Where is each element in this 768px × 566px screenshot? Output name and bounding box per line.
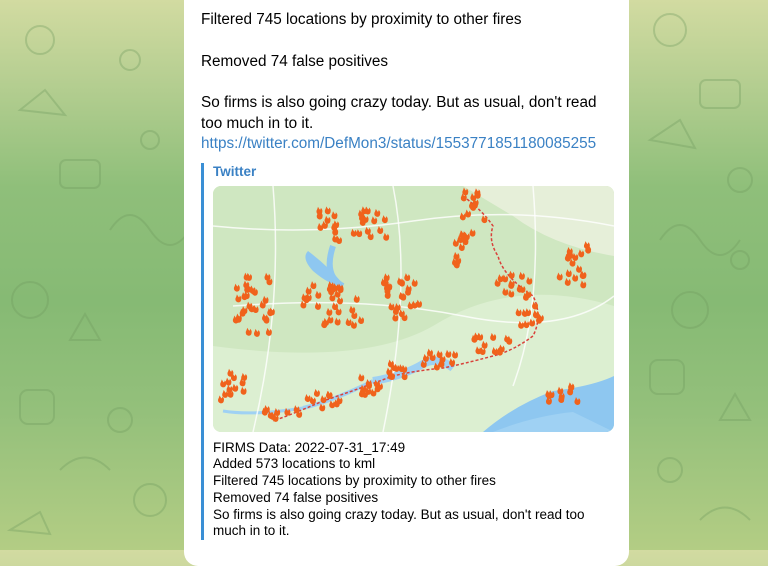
message-text-line: Filtered 745 locations by proximity to o… xyxy=(201,11,522,28)
preview-site-name: Twitter xyxy=(213,163,257,179)
tweet-link[interactable]: https://twitter.com/DefMon3/status/15537… xyxy=(201,134,612,155)
fire-map-image xyxy=(213,185,614,432)
preview-line: Filtered 745 locations by proximity to o… xyxy=(213,473,496,489)
preview-line: Added 573 locations to kml xyxy=(213,456,376,472)
preview-description: FIRMS Data: 2022-07-31_17:49 Added 573 l… xyxy=(213,440,604,541)
preview-image[interactable] xyxy=(213,185,614,432)
preview-line: Removed 74 false positives xyxy=(213,489,379,505)
link-preview[interactable]: Twitter FIRMS Data: 2022-07-31_17:49 Add… xyxy=(201,162,614,541)
message-bubble: Filtered 745 locations by proximity to o… xyxy=(184,0,629,566)
preview-line: So firms is also going crazy today. But … xyxy=(213,506,585,522)
message-text-line: So firms is also going crazy today. But … xyxy=(201,94,601,132)
preview-line: FIRMS Data: 2022-07-31_17:49 xyxy=(213,439,406,455)
message-text-line: Removed 74 false positives xyxy=(201,52,389,70)
preview-line: much in to it. xyxy=(213,523,290,539)
